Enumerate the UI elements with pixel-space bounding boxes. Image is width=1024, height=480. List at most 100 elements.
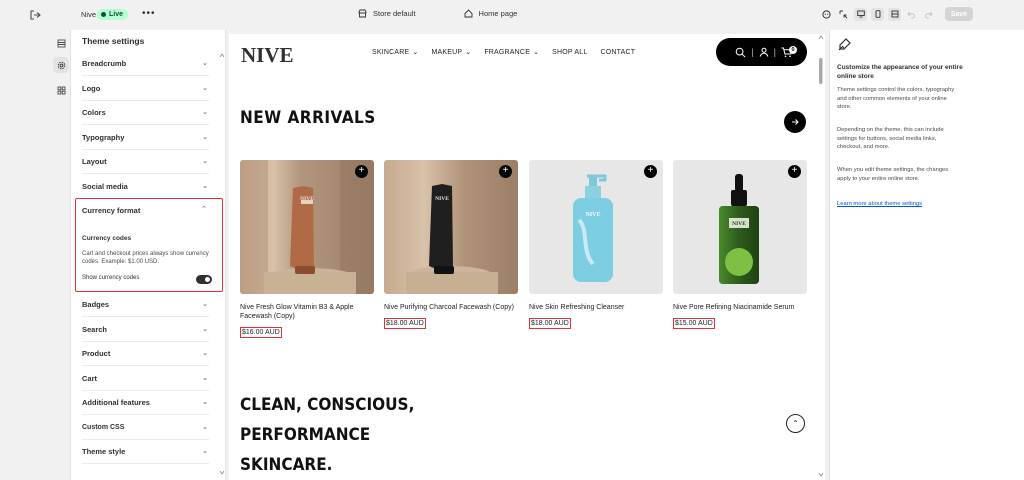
currency-format-header[interactable]: Currency format ⌃ [82,206,208,215]
nav-shop-all[interactable]: SHOP ALL [552,48,587,56]
editor-icon-rail [0,30,70,480]
setting-logo[interactable]: Logo ⌄ [82,77,209,101]
product-card[interactable]: NIVE + Nive Purifying Charcoal Facewash … [384,160,518,330]
store-name: Nive [81,10,97,19]
inspector-icon[interactable] [837,7,850,21]
store-preview: NIVE SKINCARE ⌄ MAKEUP ⌄ FRAGRANCE ⌄ SHOP A… [229,34,825,480]
setting-label: Cart [82,374,98,383]
product-card[interactable]: NIVE + Nive Pore Refining Niacinamide Se… [673,160,807,330]
paint-brush-icon [838,38,851,51]
more-actions-button[interactable]: ••• [142,8,156,19]
save-button[interactable]: Save [945,7,973,21]
store-selector[interactable]: Store default [358,9,416,18]
store-selector-label: Store default [373,9,416,18]
fullscreen-view-icon[interactable] [888,7,901,21]
product-name: Nive Pore Refining Niacinamide Serum [673,304,795,311]
product-image[interactable]: NIVE + [673,160,807,294]
chevron-down-icon: ⌄ [412,49,419,56]
quick-add-button[interactable]: + [644,165,657,178]
setting-cart[interactable]: Cart ⌄ [82,367,209,391]
chevron-down-icon: ⌄ [465,49,472,56]
setting-label: Custom CSS [82,424,125,431]
undo-icon[interactable] [905,7,918,21]
setting-label: Social media [82,182,128,191]
product-photo: NIVE [406,184,498,294]
theme-settings-icon[interactable] [53,57,69,73]
redo-icon[interactable] [922,7,935,21]
setting-label: Search [82,325,108,334]
account-icon[interactable] [759,47,769,57]
setting-search[interactable]: Search ⌄ [82,318,209,342]
setting-product[interactable]: Product ⌄ [82,342,209,366]
setting-custom-css[interactable]: Custom CSS ⌄ [82,416,209,440]
divider: | [773,47,776,57]
quick-add-button[interactable]: + [499,165,512,178]
desktop-view-icon[interactable] [854,7,867,21]
exit-icon[interactable] [28,8,42,22]
product-name: Nive Skin Refreshing Cleanser [529,304,625,311]
nav-skincare[interactable]: SKINCARE ⌄ [372,48,419,57]
chevron-down-icon: ⌄ [202,325,208,333]
search-icon[interactable] [735,47,746,58]
product-label: NIVE [300,196,314,202]
nav-contact[interactable]: CONTACT [600,48,635,56]
chevron-down-icon: ⌄ [202,374,208,382]
nav-makeup[interactable]: MAKEUP ⌄ [431,48,472,57]
product-image[interactable]: NIVE + [384,160,518,294]
preview-scrollbar[interactable] [818,34,824,480]
store-logo[interactable]: NIVE [241,43,294,68]
setting-theme-style[interactable]: Theme style ⌄ [82,440,209,464]
status-dot-icon [101,12,106,17]
nav-label: FRAGRANCE [484,48,531,56]
product-card[interactable]: NIVE + Nive Skin Refreshing Cleanser $18… [529,160,663,330]
app-embeds-icon[interactable] [53,82,69,98]
cart-count-badge: 0 [789,46,797,54]
setting-label: Product [82,349,111,358]
learn-more-link[interactable]: Learn more about theme settings [837,201,922,207]
product-card[interactable]: NIVE + Nive Fresh Glow Vitamin B3 & Appl… [240,160,374,339]
nav-fragrance[interactable]: FRAGRANCE ⌄ [484,48,540,57]
arrow-right-icon [792,119,799,125]
store-icon [358,9,367,18]
product-image[interactable]: NIVE + [240,160,374,294]
chevron-down-icon: ⌄ [533,49,540,56]
store-nav: SKINCARE ⌄ MAKEUP ⌄ FRAGRANCE ⌄ SHOP ALL CO… [372,48,635,57]
setting-label: Typography [82,133,125,142]
setting-typography[interactable]: Typography ⌄ [82,126,209,150]
help-title: Customize the appearance of your entire … [837,64,963,80]
chevron-down-icon: ⌄ [202,157,208,165]
quick-add-button[interactable]: + [355,165,368,178]
chevron-down-icon: ⌄ [202,423,208,431]
product-price: $15.00 AUD [673,318,715,329]
product-photo: NIVE [240,160,374,294]
product-photo: NIVE [719,174,759,284]
arrow-right-button[interactable] [784,111,806,133]
chevron-down-icon: ⌄ [202,349,208,357]
setting-breadcrumb[interactable]: Breadcrumb ⌄ [82,52,209,76]
chevron-up-icon: ⌃ [792,419,799,428]
sections-icon[interactable] [53,35,69,51]
chevron-down-icon: ⌄ [202,108,208,116]
product-image[interactable]: NIVE + [529,160,663,294]
setting-label: Badges [82,300,110,309]
settings-scrollbar[interactable] [219,52,225,476]
chevron-down-icon: ⌄ [202,398,208,406]
chevron-up-icon: ⌃ [201,206,207,213]
chevron-down-icon: ⌄ [202,182,208,190]
quick-add-button[interactable]: + [788,165,801,178]
setting-social-media[interactable]: Social media ⌄ [82,175,209,199]
show-currency-codes-label: Show currency codes [82,275,140,281]
show-currency-codes-toggle[interactable] [196,275,212,284]
setting-additional-features[interactable]: Additional features ⌄ [82,391,209,415]
currency-format-section: Currency format ⌃ Currency codes Cart and… [75,198,223,292]
chevron-down-icon: ⌄ [202,300,208,308]
setting-layout[interactable]: Layout ⌄ [82,150,209,174]
setting-badges[interactable]: Badges ⌄ [82,293,209,317]
editor-topbar: Nive Live ••• Store default Home page Sa… [0,0,1024,30]
mobile-view-icon[interactable] [871,7,884,21]
setting-colors[interactable]: Colors ⌄ [82,101,209,125]
page-selector-label: Home page [478,9,518,18]
sidekick-icon[interactable] [820,7,833,21]
scroll-up-button[interactable]: ⌃ [786,414,805,433]
page-selector[interactable]: Home page [464,9,518,18]
